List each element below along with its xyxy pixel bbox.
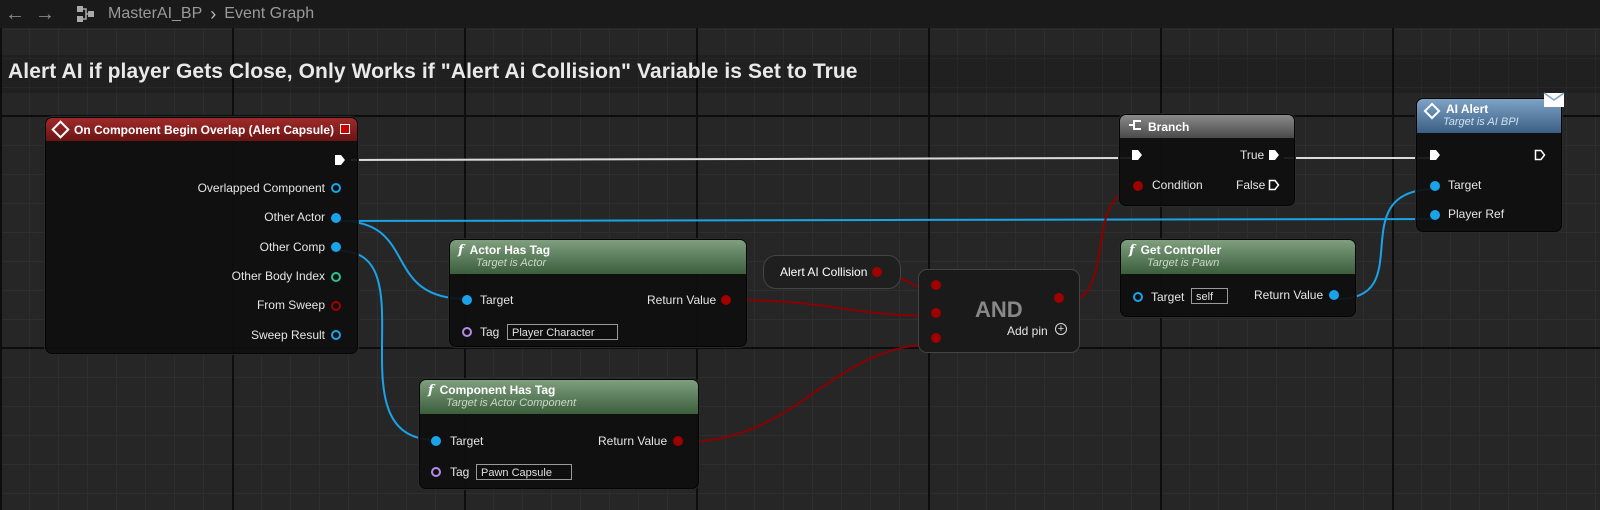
exec-out-pin[interactable] — [334, 154, 346, 166]
pin-variable-out[interactable] — [872, 267, 882, 277]
branch-icon — [1128, 119, 1142, 134]
replicate-square-icon — [340, 124, 350, 134]
get-controller-target-input[interactable]: self — [1191, 288, 1228, 304]
and-add-pin-label[interactable]: Add pin — [1007, 324, 1048, 338]
pin-and-out[interactable] — [1054, 293, 1064, 303]
breadcrumb-separator-icon: › — [210, 3, 217, 24]
branch-false-label: False — [1236, 178, 1266, 192]
branch-header[interactable]: Branch — [1120, 115, 1294, 138]
pin-label-component-has-tag-return: Return Value — [598, 434, 668, 448]
pin-overlapped-component[interactable] — [331, 183, 341, 193]
pin-component-has-tag-tag[interactable] — [431, 467, 441, 477]
message-envelope-icon — [1543, 89, 1565, 109]
ai-alert-title: AI Alert — [1446, 102, 1489, 116]
pin-label-sweep-result: Sweep Result — [250, 328, 325, 342]
event-node-header[interactable]: On Component Begin Overlap (Alert Capsul… — [46, 118, 357, 141]
pin-label-ai-alert-player-ref: Player Ref — [1448, 207, 1505, 221]
pin-label-get-controller-target: Target — [1151, 290, 1185, 304]
pin-component-has-tag-return[interactable] — [673, 436, 683, 446]
branch-true-exec-pin[interactable] — [1268, 149, 1280, 161]
variable-label: Alert AI Collision — [780, 265, 868, 279]
branch-title: Branch — [1148, 119, 1190, 134]
component-tag-input[interactable]: Pawn Capsule — [476, 464, 572, 480]
actor-has-tag-subtitle: Target is Actor — [476, 257, 547, 269]
ai-alert-diamond-icon — [1423, 102, 1441, 120]
pin-ai-alert-player-ref[interactable] — [1430, 210, 1440, 220]
pin-from-sweep[interactable] — [331, 301, 341, 311]
get-controller-title: Get Controller — [1140, 243, 1222, 257]
event-diamond-icon — [51, 120, 70, 139]
pin-other-actor[interactable] — [331, 213, 341, 223]
pin-actor-has-tag-return[interactable] — [721, 295, 731, 305]
breadcrumb-blueprint[interactable]: MasterAI_BP — [108, 5, 202, 23]
event-node-begin-overlap[interactable]: On Component Begin Overlap (Alert Capsul… — [45, 117, 358, 354]
blueprint-graph-icon — [76, 4, 96, 24]
pin-sweep-result[interactable] — [331, 330, 341, 340]
pin-label-actor-has-tag-target: Target — [480, 293, 514, 307]
actor-has-tag-title: Actor Has Tag — [469, 243, 551, 257]
pin-get-controller-target[interactable] — [1133, 292, 1143, 302]
ai-alert-exec-out-pin[interactable] — [1534, 149, 1546, 161]
pin-label-other-comp: Other Comp — [259, 240, 325, 254]
and-label: AND — [975, 297, 1023, 322]
ai-alert-subtitle: Target is AI BPI — [1443, 116, 1519, 128]
pin-label-other-actor: Other Actor — [264, 210, 325, 224]
pin-get-controller-return[interactable] — [1329, 290, 1339, 300]
add-pin-plus-icon[interactable]: + — [1055, 323, 1067, 335]
ai-alert-header[interactable]: AI Alert Target is AI BPI — [1417, 99, 1561, 133]
pin-label-component-has-tag-tag: Tag — [450, 465, 470, 479]
function-icon: f — [458, 243, 464, 258]
node-get-controller[interactable]: f Get Controller Target is Pawn — [1120, 239, 1356, 317]
pin-other-comp[interactable] — [331, 242, 341, 252]
branch-exec-in-pin[interactable] — [1131, 149, 1143, 161]
ai-alert-exec-in-pin[interactable] — [1429, 149, 1441, 161]
pin-component-has-tag-target[interactable] — [431, 436, 441, 446]
pin-other-body-index[interactable] — [331, 272, 341, 282]
function-icon: f — [1129, 243, 1135, 258]
branch-false-exec-pin[interactable] — [1268, 179, 1280, 191]
function-icon: f — [428, 383, 434, 398]
pin-ai-alert-target[interactable] — [1430, 181, 1440, 191]
pin-and-in-b[interactable] — [931, 308, 941, 318]
branch-condition-pin[interactable] — [1133, 181, 1143, 191]
pin-label-from-sweep: From Sweep — [256, 298, 325, 312]
component-has-tag-title: Component Has Tag — [439, 383, 556, 397]
component-has-tag-subtitle: Target is Actor Component — [446, 397, 577, 409]
pin-and-in-a[interactable] — [931, 280, 941, 290]
pin-label-other-body-index: Other Body Index — [231, 269, 325, 283]
comment-title: Alert AI if player Gets Close, Only Work… — [8, 60, 858, 83]
branch-true-label: True — [1240, 148, 1265, 162]
forward-arrow-icon[interactable]: → — [30, 3, 60, 26]
component-has-tag-header[interactable]: f Component Has Tag Target is Actor Comp… — [420, 380, 698, 414]
pin-label-actor-has-tag-tag: Tag — [480, 325, 500, 339]
pin-label-component-has-tag-target: Target — [450, 434, 484, 448]
pin-label-get-controller-return: Return Value — [1254, 288, 1324, 302]
pin-label-overlapped-component: Overlapped Component — [197, 181, 325, 195]
branch-condition-label: Condition — [1152, 178, 1203, 192]
get-controller-header[interactable]: f Get Controller Target is Pawn — [1121, 240, 1355, 274]
breadcrumb-graph[interactable]: Event Graph — [224, 5, 314, 23]
pin-label-actor-has-tag-return: Return Value — [647, 293, 717, 307]
event-node-title: On Component Begin Overlap (Alert Capsul… — [74, 122, 335, 137]
actor-has-tag-header[interactable]: f Actor Has Tag Target is Actor — [450, 240, 746, 274]
pin-label-ai-alert-target: Target — [1448, 178, 1482, 192]
pin-actor-has-tag-tag[interactable] — [462, 327, 472, 337]
pin-and-in-c[interactable] — [931, 333, 941, 343]
graph-toolbar: ← → MasterAI_BP › Event Graph — [0, 0, 1600, 28]
actor-tag-input[interactable]: Player Character — [507, 324, 618, 340]
pin-actor-has-tag-target[interactable] — [462, 295, 472, 305]
get-controller-subtitle: Target is Pawn — [1147, 257, 1220, 269]
back-arrow-icon[interactable]: ← — [0, 3, 30, 26]
